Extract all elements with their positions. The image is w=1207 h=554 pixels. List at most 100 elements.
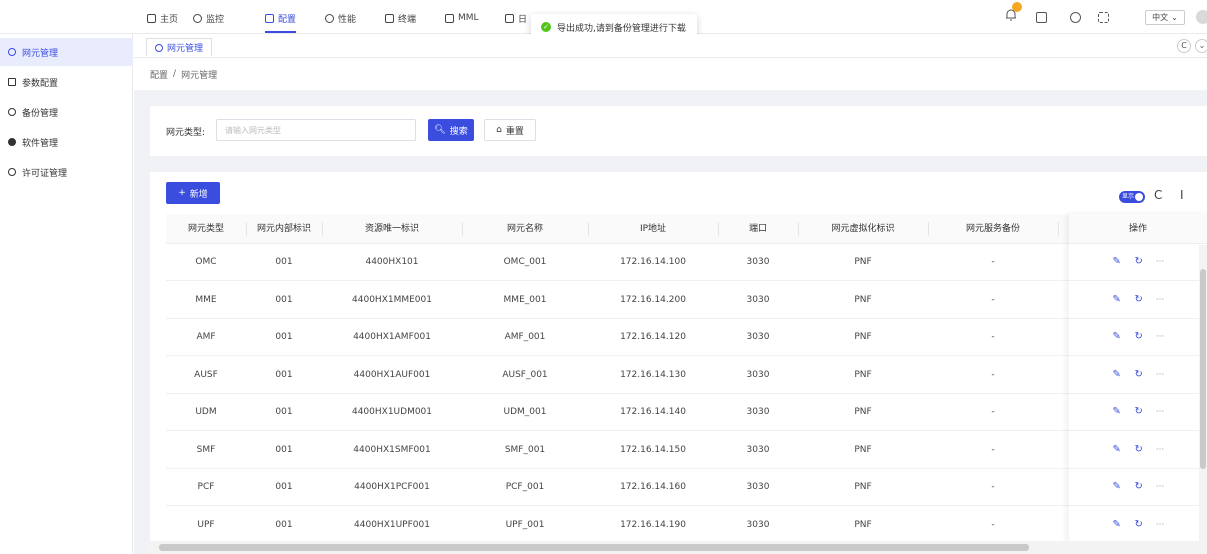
more-icon[interactable]: ··· (1156, 520, 1165, 530)
performance-icon (325, 13, 334, 23)
edit-icon[interactable]: ✎ (1112, 369, 1122, 380)
row-actions: ✎ ↻ ··· (1069, 282, 1207, 319)
help-icon[interactable] (1070, 12, 1081, 23)
backup-icon (8, 108, 16, 116)
refresh-icon[interactable]: C (1154, 188, 1162, 202)
nav-home[interactable]: 主页 (147, 11, 178, 25)
fullscreen-icon[interactable] (1098, 12, 1109, 23)
row-actions: ✎ ↻ ··· (1069, 244, 1207, 281)
table-cell: 172.16.14.160 (620, 482, 686, 492)
row-actions: ✎ ↻ ··· (1069, 469, 1207, 506)
scrollbar-thumb[interactable] (1200, 269, 1206, 469)
more-icon[interactable]: ··· (1156, 332, 1165, 342)
table-cell: - (991, 332, 995, 342)
edit-icon[interactable]: ✎ (1112, 294, 1122, 305)
table-cell: PNF (854, 482, 872, 492)
display-toggle[interactable]: 显示 (1119, 191, 1145, 203)
search-label: 网元类型: (166, 128, 206, 138)
sidebar-item-label: 参数配置 (22, 78, 59, 89)
edit-icon[interactable]: ✎ (1112, 332, 1122, 342)
more-icon[interactable]: ··· (1156, 445, 1165, 455)
refresh-icon[interactable]: ↻ (1134, 257, 1144, 267)
refresh-icon[interactable]: ↻ (1134, 332, 1144, 342)
table-cell: 4400HX1MME001 (352, 294, 432, 305)
column-header: IP地址 (639, 224, 667, 234)
edit-icon[interactable]: ✎ (1112, 482, 1122, 492)
nav-terminal[interactable]: 终端 (385, 11, 416, 25)
column-header: 网元名称 (506, 224, 543, 234)
table-cell: SMF (196, 444, 216, 455)
avatar[interactable] (1196, 10, 1207, 24)
breadcrumb-parent[interactable]: 配置 (150, 68, 168, 81)
terminal-icon (385, 13, 394, 23)
network-icon (8, 48, 16, 56)
table-cell: PNF (854, 332, 872, 342)
nav-config[interactable]: 配置 (265, 11, 297, 33)
sidebar-item-license[interactable]: 许可证管理 (0, 158, 133, 186)
table-cell: 4400HX1UPF001 (354, 519, 430, 530)
table-cell: OMC_001 (503, 257, 547, 267)
monitor-icon (193, 13, 202, 23)
table-cell: - (991, 444, 995, 455)
vertical-scrollbar[interactable] (1199, 245, 1207, 541)
nav-monitor[interactable]: 监控 (193, 11, 224, 25)
table-row: MME 001 4400HX1MME001 MME_001 172.16.14.200 3… (166, 282, 1207, 319)
bell-icon[interactable] (1005, 8, 1017, 22)
column-header: 网元虚拟化标识 (831, 224, 895, 234)
sidebar-item-label: 许可证管理 (22, 168, 68, 179)
table-cell: PNF (854, 407, 872, 417)
software-icon (8, 138, 16, 146)
edit-icon[interactable]: ✎ (1112, 444, 1122, 455)
tab-menu-icon[interactable]: ⌄ (1195, 39, 1207, 53)
refresh-icon[interactable]: ↻ (1134, 294, 1144, 305)
tab-label: 网元管理 (167, 44, 204, 54)
refresh-icon[interactable]: ↻ (1134, 444, 1144, 455)
table-cell: 3030 (746, 332, 770, 342)
sidebar-item-label: 备份管理 (22, 108, 59, 119)
sidebar-item-backup[interactable]: 备份管理 (0, 98, 133, 126)
table-row: OMC 001 4400HX101 OMC_001 172.16.14.100 3030 P… (166, 244, 1207, 281)
more-icon[interactable]: ··· (1156, 295, 1165, 305)
lock-icon[interactable] (1036, 12, 1047, 23)
search-input[interactable] (216, 119, 416, 141)
tab-network[interactable]: 网元管理 (146, 38, 213, 56)
refresh-icon[interactable]: ↻ (1134, 482, 1144, 492)
sidebar-item-label: 网元管理 (22, 48, 59, 59)
table-cell: - (991, 519, 995, 530)
edit-icon[interactable]: ✎ (1112, 519, 1122, 530)
edit-icon[interactable]: ✎ (1112, 257, 1122, 267)
add-button[interactable]: + 新增 (166, 182, 220, 204)
column-header: 端口 (748, 224, 767, 234)
nav-performance-label: 性能 (338, 14, 357, 25)
nav-performance[interactable]: 性能 (325, 11, 356, 25)
refresh-icon[interactable]: ↻ (1134, 407, 1144, 417)
column-height-icon[interactable]: I (1180, 188, 1184, 202)
table-cell: 172.16.14.120 (620, 332, 686, 342)
more-icon[interactable]: ··· (1156, 482, 1165, 492)
table-header: 网元类型 网元内部标识 资源唯一标识 网元名称 IP地址 端口 网元虚拟化标识 … (166, 214, 1207, 244)
add-button-label: 新增 (189, 189, 208, 200)
sidebar-item-software[interactable]: 软件管理 (0, 128, 133, 156)
sidebar-item-network[interactable]: 网元管理 (0, 38, 133, 66)
table-cell: 4400HX1AMF001 (353, 332, 431, 342)
sidebar-item-params[interactable]: 参数配置 (0, 68, 133, 96)
row-actions: ✎ ↻ ··· (1069, 319, 1207, 356)
search-button[interactable]: 🔍︎ 搜索 (428, 119, 474, 141)
horizontal-scrollbar[interactable] (147, 541, 1207, 554)
scrollbar-thumb[interactable] (159, 544, 1029, 551)
reset-button[interactable]: ⌂ 重置 (484, 119, 536, 141)
refresh-tab-icon[interactable]: C (1177, 39, 1191, 53)
edit-icon[interactable]: ✎ (1112, 407, 1122, 417)
more-icon[interactable]: ··· (1156, 257, 1165, 267)
language-select[interactable]: 中文 ⌄ (1145, 10, 1185, 25)
nav-mml[interactable]: MML (445, 11, 479, 25)
column-divider (1058, 222, 1059, 236)
nav-log[interactable]: 日 (505, 11, 527, 25)
more-icon[interactable]: ··· (1156, 407, 1165, 417)
refresh-icon[interactable]: ↻ (1134, 369, 1144, 380)
more-icon[interactable]: ··· (1156, 370, 1165, 380)
refresh-icon[interactable]: ↻ (1134, 519, 1144, 530)
table-row: AMF 001 4400HX1AMF001 AMF_001 172.16.14.120 3… (166, 319, 1207, 356)
language-value: 中文 (1152, 13, 1169, 22)
check-circle-icon: ✓ (541, 22, 551, 32)
